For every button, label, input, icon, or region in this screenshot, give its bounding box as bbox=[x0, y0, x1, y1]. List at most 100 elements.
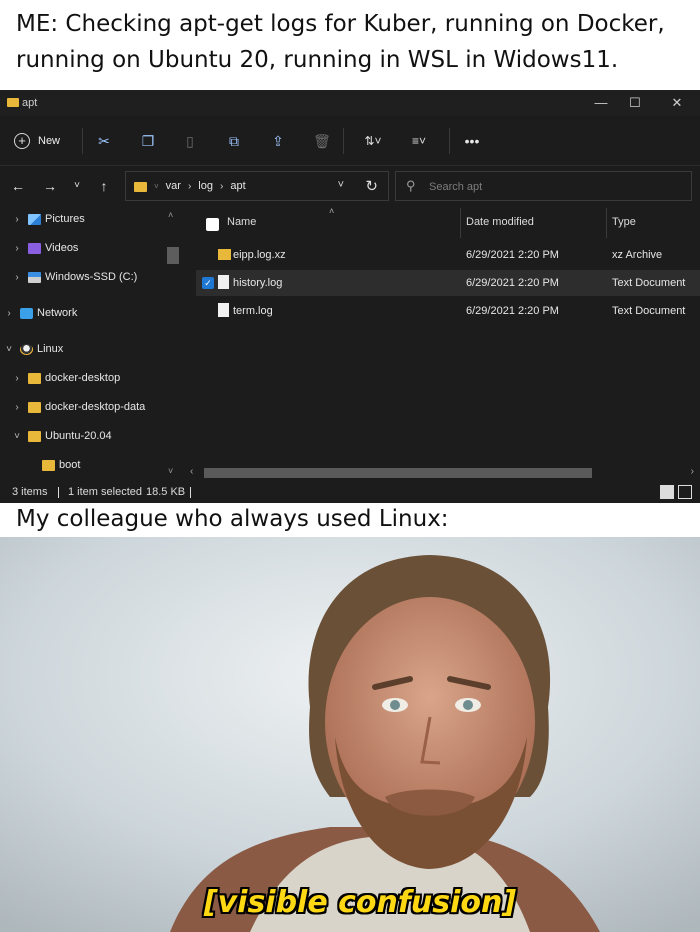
navigation-pane: › Pictures › Videos › Windows-SSD (C:) ›… bbox=[0, 208, 182, 480]
sidebar-item-linux[interactable]: ˅ Linux bbox=[2, 338, 63, 360]
sort-ascending-icon: ˄ bbox=[329, 206, 335, 216]
sidebar-scrollbar[interactable]: ˄ ˅ bbox=[166, 208, 180, 480]
up-icon[interactable]: ↑ bbox=[94, 176, 114, 196]
man-portrait-image bbox=[0, 537, 700, 932]
rename-icon[interactable]: ⧉ bbox=[222, 130, 246, 152]
file-type: Text Document bbox=[612, 305, 686, 317]
file-name: eipp.log.xz bbox=[233, 249, 286, 261]
recent-locations-icon[interactable]: ˅ bbox=[67, 176, 87, 196]
search-icon: ⚲ bbox=[406, 178, 416, 193]
chevron-right-icon[interactable]: › bbox=[10, 373, 24, 384]
scroll-right-icon[interactable]: › bbox=[691, 466, 694, 477]
chevron-right-icon[interactable]: › bbox=[10, 214, 24, 225]
more-icon[interactable]: ••• bbox=[460, 130, 484, 152]
sidebar-item-label: Network bbox=[37, 307, 78, 319]
select-all-checkbox[interactable] bbox=[206, 218, 219, 231]
breadcrumb-apt[interactable]: apt bbox=[230, 180, 245, 192]
folder-icon bbox=[7, 98, 19, 107]
sidebar-item-videos[interactable]: › Videos bbox=[10, 237, 78, 259]
scroll-left-icon[interactable]: ‹ bbox=[190, 466, 193, 477]
top-caption: ME: Checking apt-get logs for Kuber, run… bbox=[16, 11, 665, 73]
navigation-bar: ← → ˅ ↑ ˅ var › log › apt ˅ ↻ ⚲ Search a… bbox=[0, 167, 700, 207]
sidebar-item-label: Pictures bbox=[45, 213, 85, 225]
scroll-down-icon[interactable]: ˅ bbox=[168, 466, 173, 476]
window-title: apt bbox=[22, 97, 38, 109]
chevron-right-icon: › bbox=[219, 180, 224, 192]
sidebar-item-label: docker-desktop bbox=[45, 372, 121, 384]
archive-file-icon bbox=[218, 249, 231, 260]
text-file-icon bbox=[218, 303, 229, 317]
item-count: 3 items bbox=[12, 486, 48, 498]
address-bar[interactable]: ˅ var › log › apt ˅ ↻ bbox=[125, 171, 389, 201]
row-checkbox[interactable]: ✓ bbox=[202, 277, 214, 289]
sidebar-item-pictures[interactable]: › Pictures bbox=[10, 208, 85, 230]
sidebar-item-label: docker-desktop-data bbox=[45, 401, 146, 413]
chevron-down-icon[interactable]: ˅ bbox=[338, 179, 344, 191]
details-view-icon[interactable] bbox=[660, 485, 674, 499]
chevron-down-icon[interactable]: ˅ bbox=[10, 431, 24, 442]
chevron-right-icon[interactable]: › bbox=[10, 272, 24, 283]
sidebar-item-label: Videos bbox=[45, 242, 79, 254]
middle-caption: My colleague who always used Linux: bbox=[16, 506, 449, 532]
new-button[interactable]: + New bbox=[14, 130, 60, 152]
sidebar-item-docker-desktop[interactable]: › docker-desktop bbox=[10, 367, 120, 389]
file-date: 6/29/2021 2:20 PM bbox=[466, 249, 559, 261]
scrollbar-thumb[interactable] bbox=[167, 247, 179, 264]
cut-icon[interactable]: ✂ bbox=[92, 130, 116, 152]
file-list: ˄ Name Date modified Type eipp.log.xz 6/… bbox=[196, 206, 700, 468]
chevron-down-icon[interactable]: ˅ bbox=[2, 344, 16, 355]
chevron-right-icon[interactable]: › bbox=[10, 243, 24, 254]
maximize-button[interactable]: ☐ bbox=[620, 94, 650, 112]
sidebar-item-boot[interactable]: boot bbox=[24, 454, 80, 476]
delete-icon[interactable]: 🗑 bbox=[310, 130, 334, 152]
search-box[interactable]: ⚲ Search apt bbox=[395, 171, 692, 201]
file-explorer-window: apt — ☐ ✕ + New ✂ ❐ ▯ ⧉ ⇪ 🗑 ⇅˅ ≡˅ ••• ← … bbox=[0, 90, 700, 503]
folder-icon bbox=[28, 372, 41, 384]
scrollbar-thumb[interactable] bbox=[204, 468, 592, 478]
horizontal-scrollbar[interactable]: ‹ › bbox=[186, 466, 700, 480]
back-icon[interactable]: ← bbox=[8, 176, 28, 196]
scroll-up-icon[interactable]: ˄ bbox=[168, 210, 173, 220]
sort-icon[interactable]: ⇅˅ bbox=[358, 130, 388, 152]
file-name: term.log bbox=[233, 305, 273, 317]
chevron-right-icon[interactable]: › bbox=[10, 402, 24, 413]
table-row[interactable]: term.log 6/29/2021 2:20 PM Text Document bbox=[196, 298, 700, 324]
text-file-icon bbox=[218, 275, 229, 289]
refresh-icon[interactable]: ↻ bbox=[365, 177, 378, 195]
view-icon[interactable]: ≡˅ bbox=[404, 130, 434, 152]
selection-count: 1 item selected bbox=[68, 486, 142, 498]
sidebar-item-ubuntu[interactable]: ˅ Ubuntu-20.04 bbox=[10, 425, 112, 447]
share-icon[interactable]: ⇪ bbox=[266, 130, 290, 152]
tiles-view-icon[interactable] bbox=[678, 485, 692, 499]
selection-size: 18.5 KB bbox=[146, 486, 186, 498]
minimize-button[interactable]: — bbox=[586, 94, 616, 112]
chevron-right-icon[interactable]: › bbox=[2, 308, 16, 319]
file-date: 6/29/2021 2:20 PM bbox=[466, 305, 559, 317]
sidebar-item-label: boot bbox=[59, 459, 81, 471]
breadcrumb-log[interactable]: log bbox=[198, 180, 213, 192]
reaction-photo bbox=[0, 537, 700, 932]
forward-icon[interactable]: → bbox=[40, 176, 60, 196]
paste-icon[interactable]: ▯ bbox=[178, 130, 202, 152]
sidebar-item-network[interactable]: › Network bbox=[2, 302, 77, 324]
file-type: xz Archive bbox=[612, 249, 663, 261]
network-icon bbox=[20, 307, 33, 319]
sidebar-item-label: Windows-SSD (C:) bbox=[45, 271, 138, 283]
table-row[interactable]: eipp.log.xz 6/29/2021 2:20 PM xz Archive bbox=[196, 242, 700, 268]
sidebar-item-label: Ubuntu-20.04 bbox=[45, 430, 112, 442]
copy-icon[interactable]: ❐ bbox=[136, 130, 160, 152]
sidebar-item-windows-ssd[interactable]: › Windows-SSD (C:) bbox=[10, 266, 137, 288]
videos-icon bbox=[28, 242, 41, 254]
sidebar-item-docker-desktop-data[interactable]: › docker-desktop-data bbox=[10, 396, 145, 418]
close-button[interactable]: ✕ bbox=[662, 94, 692, 112]
new-button-label: New bbox=[38, 135, 61, 147]
search-placeholder: Search apt bbox=[429, 181, 483, 193]
chevron-right-icon: › bbox=[187, 180, 192, 192]
folder-icon bbox=[28, 401, 41, 413]
title-bar: apt — ☐ ✕ bbox=[0, 90, 700, 116]
file-date: 6/29/2021 2:20 PM bbox=[466, 277, 559, 289]
folder-icon bbox=[134, 182, 147, 192]
table-row[interactable]: ✓ history.log 6/29/2021 2:20 PM Text Doc… bbox=[196, 270, 700, 296]
breadcrumb-var[interactable]: var bbox=[166, 180, 181, 192]
file-type: Text Document bbox=[612, 277, 686, 289]
